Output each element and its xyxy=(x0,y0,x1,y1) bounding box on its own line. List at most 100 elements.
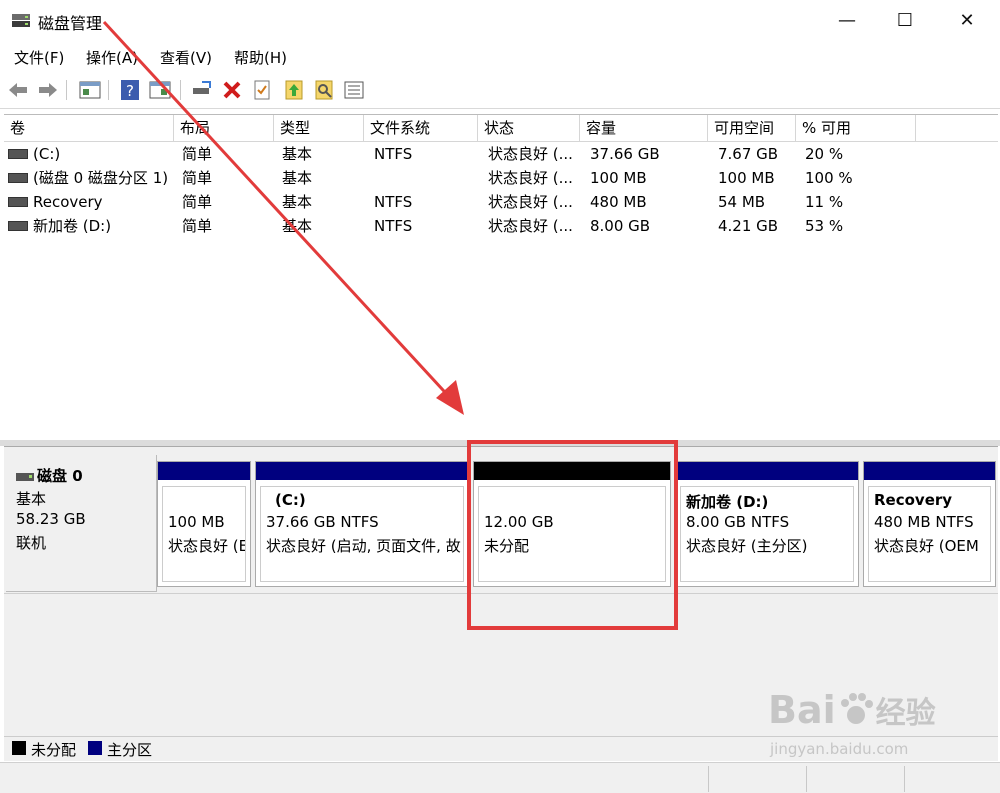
cell-type: 基本 xyxy=(282,169,313,187)
cell-filesystem: NTFS xyxy=(374,193,413,211)
menu-view[interactable]: 查看(V) xyxy=(160,47,212,68)
cell-percent-free: 20 % xyxy=(805,145,844,163)
check-icon[interactable] xyxy=(250,78,274,102)
partition-color-bar xyxy=(474,462,670,480)
volume-icon xyxy=(8,220,28,231)
partition-title: (C:) xyxy=(275,491,306,509)
table-row[interactable]: (磁盘 0 磁盘分区 1) 简单 基本 状态良好 (... 100 MB 100… xyxy=(4,166,998,190)
table-row[interactable]: 新加卷 (D:) 简单 基本 NTFS 状态良好 (... 8.00 GB 4.… xyxy=(4,214,998,238)
partition-color-bar xyxy=(158,462,250,480)
list-view-icon[interactable] xyxy=(342,78,366,102)
cell-filesystem: NTFS xyxy=(374,217,413,235)
help-icon[interactable]: ? xyxy=(118,78,142,102)
cell-layout: 简单 xyxy=(182,193,213,211)
paw-logo-icon xyxy=(840,693,873,724)
column-header-filesystem[interactable]: 文件系统 xyxy=(364,115,478,141)
column-header-percent-free[interactable]: % 可用 xyxy=(796,115,916,141)
watermark-brand: Bai 经验 xyxy=(768,688,936,732)
column-header-free-space[interactable]: 可用空间 xyxy=(708,115,796,141)
cell-free-space: 4.21 GB xyxy=(718,217,779,235)
volume-icon xyxy=(8,196,28,207)
partition-recovery[interactable]: Recovery 480 MB NTFS 状态良好 (OEM xyxy=(863,461,996,587)
cell-capacity: 8.00 GB xyxy=(590,217,651,235)
minimize-button[interactable]: — xyxy=(824,6,870,36)
disk-type: 基本 xyxy=(16,490,47,508)
cell-capacity: 37.66 GB xyxy=(590,145,660,163)
disk-management-icon xyxy=(12,14,30,27)
cell-status: 状态良好 (... xyxy=(488,217,573,235)
partition-size: 100 MB xyxy=(168,513,225,531)
partition-c[interactable]: (C:) 37.66 GB NTFS 状态良好 (启动, 页面文件, 故 xyxy=(255,461,469,587)
menu-help[interactable]: 帮助(H) xyxy=(234,47,287,68)
properties-view-icon[interactable] xyxy=(78,78,102,102)
watermark-url: jingyan.baidu.com xyxy=(770,740,909,758)
disk-state: 联机 xyxy=(16,534,47,552)
column-header-layout[interactable]: 布局 xyxy=(174,115,274,141)
menu-action[interactable]: 操作(A) xyxy=(86,47,138,68)
table-row[interactable]: Recovery 简单 基本 NTFS 状态良好 (... 480 MB 54 … xyxy=(4,190,998,214)
window-title: 磁盘管理 xyxy=(38,14,103,33)
partition-system-reserved[interactable]: 100 MB 状态良好 (E xyxy=(157,461,251,587)
cell-free-space: 100 MB xyxy=(718,169,775,187)
legend-label-unallocated: 未分配 xyxy=(31,741,77,759)
partition-size: 8.00 GB NTFS xyxy=(686,513,790,531)
cell-volume: (磁盘 0 磁盘分区 1) xyxy=(33,169,169,187)
cell-filesystem: NTFS xyxy=(374,145,413,163)
cell-capacity: 100 MB xyxy=(590,169,647,187)
partition-status: 状态良好 (主分区) xyxy=(686,537,808,555)
toolbar: ? xyxy=(0,72,1000,109)
partition-status: 未分配 xyxy=(484,537,530,555)
console-tree-icon[interactable] xyxy=(148,78,172,102)
cell-percent-free: 53 % xyxy=(805,217,844,235)
column-header-capacity[interactable]: 容量 xyxy=(580,115,708,141)
menu-bar: 文件(F) 操作(A) 查看(V) 帮助(H) xyxy=(0,42,1000,72)
maximize-button[interactable]: ☐ xyxy=(882,6,928,36)
partition-d[interactable]: 新加卷 (D:) 8.00 GB NTFS 状态良好 (主分区) xyxy=(675,461,859,587)
disk-name: 磁盘 0 xyxy=(37,467,83,485)
toolbar-separator xyxy=(66,80,67,100)
cell-type: 基本 xyxy=(282,217,313,235)
volume-list: 卷 布局 类型 文件系统 状态 容量 可用空间 % 可用 (C:) 简单 基本 … xyxy=(4,114,998,440)
partition-color-bar xyxy=(256,462,468,480)
watermark-brand-text: Bai xyxy=(768,688,836,732)
cell-status: 状态良好 (... xyxy=(488,169,573,187)
back-icon[interactable] xyxy=(6,78,30,102)
close-button[interactable]: ✕ xyxy=(944,6,990,36)
delete-icon[interactable] xyxy=(220,78,244,102)
connect-disk-icon[interactable] xyxy=(190,78,214,102)
table-row[interactable]: (C:) 简单 基本 NTFS 状态良好 (... 37.66 GB 7.67 … xyxy=(4,142,998,166)
search-disk-icon[interactable] xyxy=(312,78,336,102)
cell-capacity: 480 MB xyxy=(590,193,647,211)
column-header-status[interactable]: 状态 xyxy=(478,115,580,141)
cell-volume: (C:) xyxy=(33,145,61,163)
forward-icon[interactable] xyxy=(36,78,60,102)
cell-filesystem xyxy=(374,166,474,190)
title-bar: 磁盘管理 — ☐ ✕ xyxy=(0,0,1000,42)
cell-free-space: 7.67 GB xyxy=(718,145,779,163)
partition-size: 37.66 GB NTFS xyxy=(266,513,379,531)
toolbar-separator xyxy=(108,80,109,100)
cell-type: 基本 xyxy=(282,193,313,211)
partition-status: 状态良好 (OEM xyxy=(874,537,979,555)
partition-status: 状态良好 (启动, 页面文件, 故 xyxy=(266,537,461,555)
partition-unallocated[interactable]: 12.00 GB 未分配 xyxy=(473,461,671,587)
cell-volume: Recovery xyxy=(33,193,103,211)
status-divider xyxy=(904,766,905,792)
column-header-type[interactable]: 类型 xyxy=(274,115,364,141)
column-header-volume[interactable]: 卷 xyxy=(4,115,174,141)
divider xyxy=(4,593,998,594)
partition-title: Recovery xyxy=(874,491,953,509)
watermark-brand2-text: 经验 xyxy=(875,696,936,731)
cell-percent-free: 100 % xyxy=(805,169,853,187)
toolbar-separator xyxy=(180,80,181,100)
disk-info-panel[interactable]: 磁盘 0 基本 58.23 GB 联机 xyxy=(6,455,157,592)
cell-status: 状态良好 (... xyxy=(488,145,573,163)
menu-file[interactable]: 文件(F) xyxy=(14,47,64,68)
partition-color-bar xyxy=(864,462,995,480)
disk-icon xyxy=(16,472,34,481)
volume-icon xyxy=(8,172,28,183)
disk-size: 58.23 GB xyxy=(16,510,86,528)
cell-percent-free: 11 % xyxy=(805,193,844,211)
import-icon[interactable] xyxy=(282,78,306,102)
partition-size: 12.00 GB xyxy=(484,513,554,531)
